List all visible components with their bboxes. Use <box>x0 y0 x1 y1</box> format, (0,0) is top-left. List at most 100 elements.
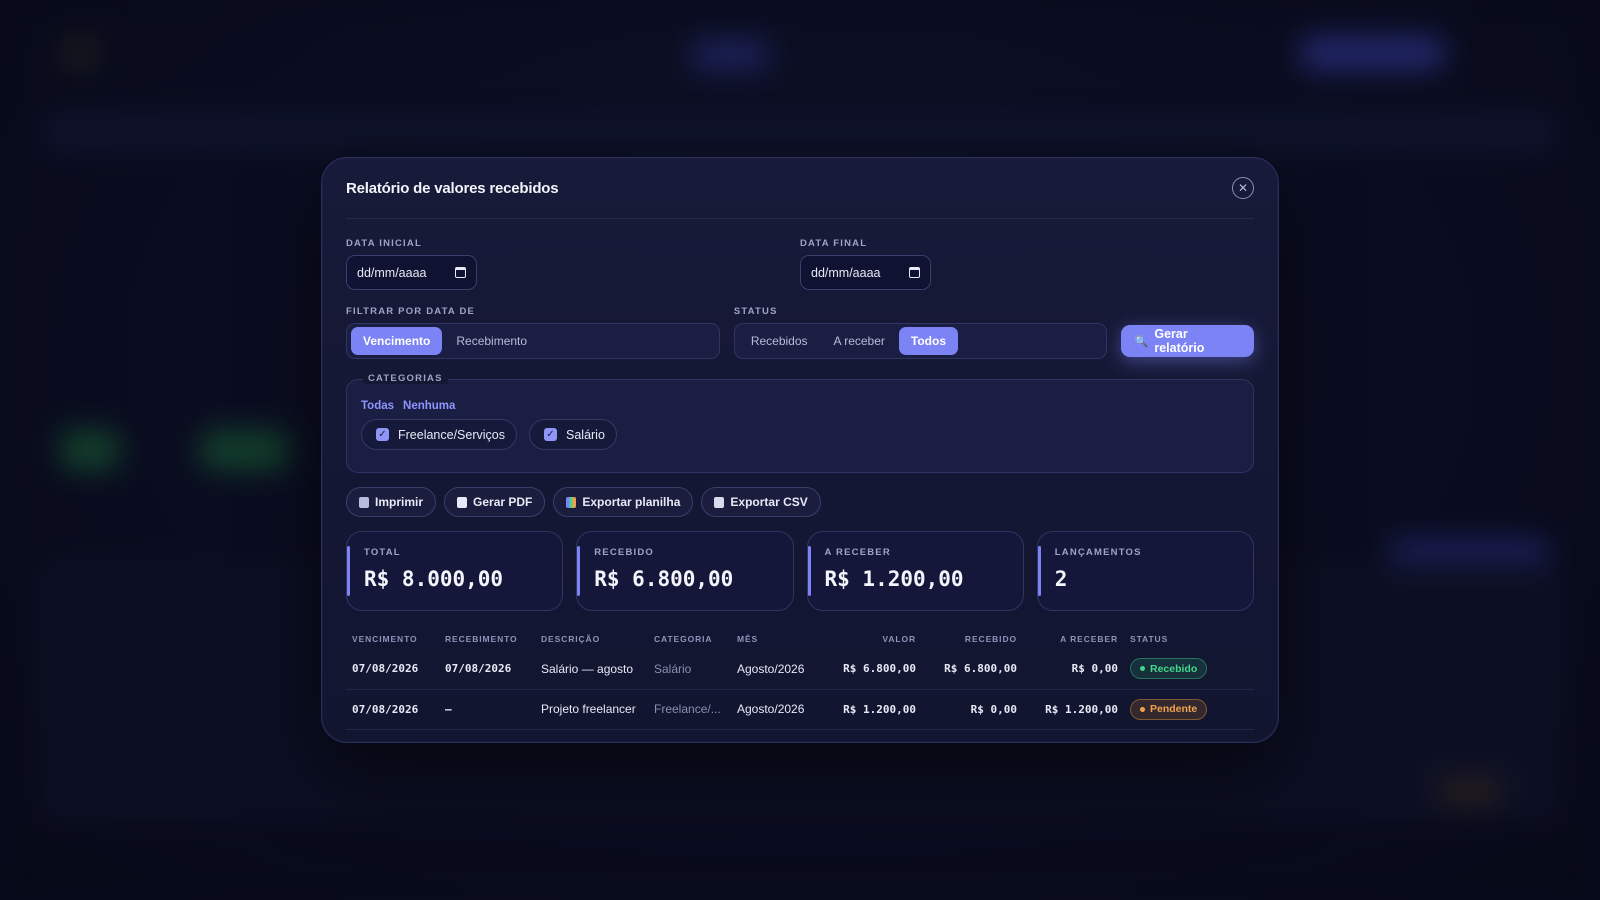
bar-chart-icon <box>566 496 577 508</box>
cell-descricao: Salário — agosto <box>535 649 648 690</box>
stat-value: 2 <box>1054 567 1068 591</box>
cell-vencimento: 07/08/2026 <box>346 649 439 690</box>
status-dot-icon <box>1140 706 1145 712</box>
cell-recebimento: — <box>439 689 535 730</box>
column-header: A RECEBER <box>1060 634 1118 644</box>
table-row: 07/08/2026 — Projeto freelancer Freelanc… <box>346 689 1254 730</box>
filter-by-label: FILTRAR POR DATA DE <box>346 306 476 317</box>
select-none-link[interactable]: Nenhuma <box>403 400 455 412</box>
end-date-group: DATA FINAL dd/mm/aaaa <box>800 238 1254 290</box>
csv-label: Exportar CSV <box>730 495 808 509</box>
cell-recebido: R$ 0,00 <box>922 689 1023 730</box>
pdf-label: Gerar PDF <box>473 495 533 509</box>
table-header-row: VENCIMENTO RECEBIMENTO DESCRIÇÃO CATEGOR… <box>346 629 1254 649</box>
end-date-placeholder: dd/mm/aaaa <box>811 265 881 280</box>
document-icon <box>457 496 468 508</box>
filter-by-toggle: Vencimento Recebimento <box>346 323 720 359</box>
start-date-label: DATA INICIAL <box>346 238 422 249</box>
category-chips: ✓ Freelance/Serviços ✓ Salário <box>361 419 1239 450</box>
status-label: STATUS <box>733 306 778 317</box>
stat-label: A RECEBER <box>824 547 891 558</box>
categories-panel: CATEGORIAS Todas Nenhuma ✓ Freelance/Ser… <box>346 373 1254 473</box>
start-date-input[interactable]: dd/mm/aaaa <box>346 255 477 290</box>
stat-card-total: TOTAL R$ 8.000,00 <box>346 531 564 611</box>
stat-value: R$ 1.200,00 <box>824 567 964 591</box>
calendar-icon[interactable] <box>455 267 466 278</box>
categories-quick-links: Todas Nenhuma <box>361 400 1239 412</box>
category-chip-salario[interactable]: ✓ Salário <box>529 419 617 450</box>
file-icon <box>714 496 725 508</box>
column-header: VENCIMENTO <box>352 634 418 644</box>
status-badge: Recebido <box>1130 658 1208 680</box>
select-all-link[interactable]: Todas <box>361 400 394 412</box>
category-label: Freelance/Serviços <box>398 427 505 442</box>
column-header: VALOR <box>882 634 916 644</box>
filter-by-recebimento[interactable]: Recebimento <box>444 327 539 355</box>
column-header: RECEBIDO <box>964 634 1017 644</box>
column-header: RECEBIMENTO <box>445 634 518 644</box>
status-group: STATUS Recebidos A receber Todos <box>733 306 1107 359</box>
status-dot-icon <box>1140 666 1145 672</box>
checkbox-checked-icon[interactable]: ✓ <box>544 428 557 441</box>
spreadsheet-button[interactable]: Exportar planilha <box>553 487 694 517</box>
column-header: DESCRIÇÃO <box>541 634 601 644</box>
cell-status: Recebido <box>1124 649 1254 690</box>
search-icon: 🔍 <box>1134 335 1149 348</box>
categories-label: CATEGORIAS <box>363 373 448 384</box>
column-header: CATEGORIA <box>654 634 713 644</box>
modal-header: Relatório de valores recebidos ✕ <box>346 158 1254 219</box>
status-recebidos[interactable]: Recebidos <box>739 327 820 355</box>
generate-report-label: Gerar relatório <box>1154 327 1205 355</box>
end-date-label: DATA FINAL <box>800 238 868 249</box>
export-actions: Imprimir Gerar PDF Exportar planilha Exp… <box>346 487 1254 517</box>
category-chip-freelance[interactable]: ✓ Freelance/Serviços <box>361 419 517 450</box>
spreadsheet-label: Exportar planilha <box>582 495 681 509</box>
print-button[interactable]: Imprimir <box>346 487 437 517</box>
cell-a-receber: R$ 0,00 <box>1023 649 1124 690</box>
cell-valor: R$ 6.800,00 <box>822 649 922 690</box>
calendar-icon[interactable] <box>909 267 920 278</box>
csv-button[interactable]: Exportar CSV <box>701 487 821 517</box>
stat-card-lancamentos: LANÇAMENTOS 2 <box>1036 531 1254 611</box>
print-label: Imprimir <box>375 495 424 509</box>
cell-mes: Agosto/2026 <box>731 689 822 730</box>
summary-cards: TOTAL R$ 8.000,00 RECEBIDO R$ 6.800,00 A… <box>346 531 1254 611</box>
status-badge-label: Pendente <box>1150 703 1198 715</box>
table-row: 07/08/2026 07/08/2026 Salário — agosto S… <box>346 649 1254 690</box>
cell-mes: Agosto/2026 <box>731 649 822 690</box>
cell-recebimento: 07/08/2026 <box>439 649 535 690</box>
pdf-button[interactable]: Gerar PDF <box>444 487 546 517</box>
category-label: Salário <box>566 427 605 442</box>
stat-label: LANÇAMENTOS <box>1054 547 1142 558</box>
status-a-receber[interactable]: A receber <box>822 327 897 355</box>
filters-row: FILTRAR POR DATA DE Vencimento Recebimen… <box>346 306 1254 359</box>
start-date-group: DATA INICIAL dd/mm/aaaa <box>346 238 800 290</box>
cell-valor: R$ 1.200,00 <box>822 689 922 730</box>
checkbox-checked-icon[interactable]: ✓ <box>376 428 389 441</box>
cell-categoria: Freelance/... <box>648 689 731 730</box>
close-icon: ✕ <box>1237 181 1249 195</box>
cell-status: Pendente <box>1124 689 1254 730</box>
status-badge-label: Recebido <box>1150 662 1198 675</box>
start-date-placeholder: dd/mm/aaaa <box>357 265 427 280</box>
stat-card-a-receber: A RECEBER R$ 1.200,00 <box>806 531 1024 611</box>
filter-by-vencimento[interactable]: Vencimento <box>351 327 443 355</box>
cell-descricao: Projeto freelancer <box>535 689 648 730</box>
generate-report-button[interactable]: 🔍 Gerar relatório <box>1120 325 1254 357</box>
stat-card-recebido: RECEBIDO R$ 6.800,00 <box>576 531 794 611</box>
stat-value: R$ 8.000,00 <box>364 567 504 591</box>
report-modal: Relatório de valores recebidos ✕ DATA IN… <box>321 157 1279 743</box>
modal-title: Relatório de valores recebidos <box>346 179 559 197</box>
status-toggle: Recebidos A receber Todos <box>733 323 1107 359</box>
status-badge: Pendente <box>1130 698 1208 720</box>
column-header: STATUS <box>1130 634 1169 644</box>
cell-categoria: Salário <box>648 649 731 690</box>
printer-icon <box>359 496 369 508</box>
end-date-input[interactable]: dd/mm/aaaa <box>800 255 931 290</box>
report-table: VENCIMENTO RECEBIMENTO DESCRIÇÃO CATEGOR… <box>346 629 1254 730</box>
filter-by-group: FILTRAR POR DATA DE Vencimento Recebimen… <box>346 306 720 359</box>
cell-a-receber: R$ 1.200,00 <box>1023 689 1124 730</box>
status-todos[interactable]: Todos <box>898 327 958 355</box>
close-button[interactable]: ✕ <box>1232 177 1254 199</box>
stat-label: RECEBIDO <box>594 547 654 558</box>
